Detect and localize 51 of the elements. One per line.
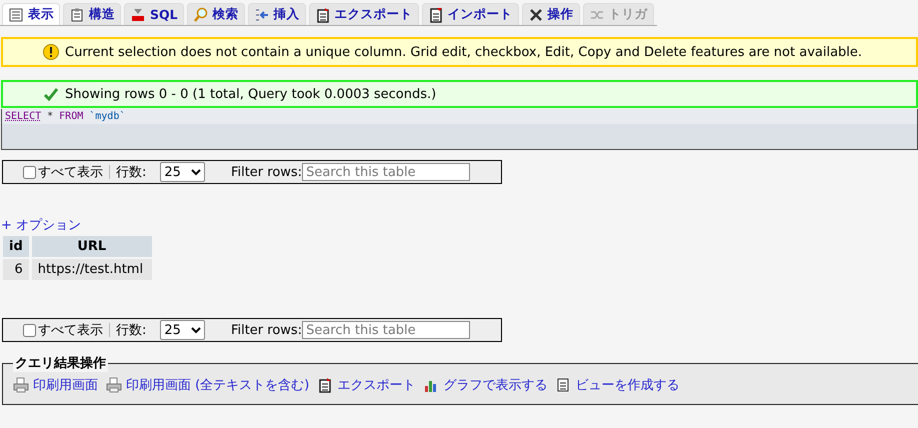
rows-select[interactable]: 25 xyxy=(160,320,205,340)
show-all-label: すべて表示 xyxy=(38,322,103,339)
sql-token: * xyxy=(47,111,54,122)
insert-icon xyxy=(254,6,270,22)
sql-token: SELECT xyxy=(5,111,42,122)
magnifier-icon xyxy=(192,6,209,22)
table-icon xyxy=(8,6,24,22)
tab[interactable]: 挿入 xyxy=(248,3,306,25)
action-link[interactable]: ビューを作成する xyxy=(555,376,680,394)
tab[interactable]: インポート xyxy=(422,3,519,25)
action-link[interactable]: エクスポート xyxy=(317,376,416,394)
show-all-checkbox[interactable] xyxy=(23,324,36,336)
action-link[interactable]: 印刷用画面 (全テキストを含む) xyxy=(106,376,310,394)
show-all-label: すべて表示 xyxy=(38,164,103,181)
export-icon xyxy=(314,6,331,22)
rows-label: 行数: xyxy=(116,164,146,181)
filter-field[interactable]: Search this table xyxy=(302,163,470,181)
export-icon xyxy=(317,377,334,393)
tab[interactable]: SQL xyxy=(124,3,184,25)
check-icon xyxy=(43,86,59,102)
printer-icon xyxy=(106,377,122,393)
tab[interactable]: エクスポート xyxy=(308,3,419,25)
clipboard-icon xyxy=(69,6,85,22)
filter-label: Filter rows: xyxy=(230,322,302,338)
table-cell: https://test.html xyxy=(32,259,152,280)
message-text: Showing rows 0 - 0 (1 total, Query took 0.0003 seconds.) xyxy=(65,86,436,102)
rows-select[interactable]: 25 xyxy=(160,162,205,182)
show-all-checkbox[interactable] xyxy=(23,166,36,178)
tab[interactable]: 検索 xyxy=(186,3,245,25)
filter-field[interactable]: Search this table xyxy=(302,321,470,339)
printer-icon xyxy=(13,377,29,393)
column-header[interactable]: URL xyxy=(32,236,152,257)
warning-icon xyxy=(43,44,59,60)
rows-label: 行数: xyxy=(116,322,146,339)
action-link[interactable]: グラフで表示する xyxy=(423,376,548,394)
column-header[interactable]: id xyxy=(3,236,29,257)
message-text: Current selection does not contain a unique column. Grid edit, checkbox, Edit, Copy and Delete features are not available. xyxy=(65,44,862,60)
action-link[interactable]: 印刷用画面 xyxy=(13,376,98,394)
sql-token: `mydb` xyxy=(89,111,126,122)
options-link[interactable]: + オプション xyxy=(1,216,82,234)
view-icon xyxy=(555,377,572,393)
table-cell: 6 xyxy=(3,259,29,280)
panel-legend: クエリ結果操作 xyxy=(13,354,108,372)
tab[interactable]: 構造 xyxy=(63,3,121,25)
filter-label: Filter rows: xyxy=(230,164,302,180)
tab[interactable]: 表示 xyxy=(2,3,60,25)
tab[interactable]: 操作 xyxy=(522,3,580,25)
import-icon xyxy=(428,6,444,22)
chevron-down-icon xyxy=(190,167,201,177)
sql-token: FROM xyxy=(59,111,84,122)
chevron-down-icon xyxy=(190,325,201,335)
